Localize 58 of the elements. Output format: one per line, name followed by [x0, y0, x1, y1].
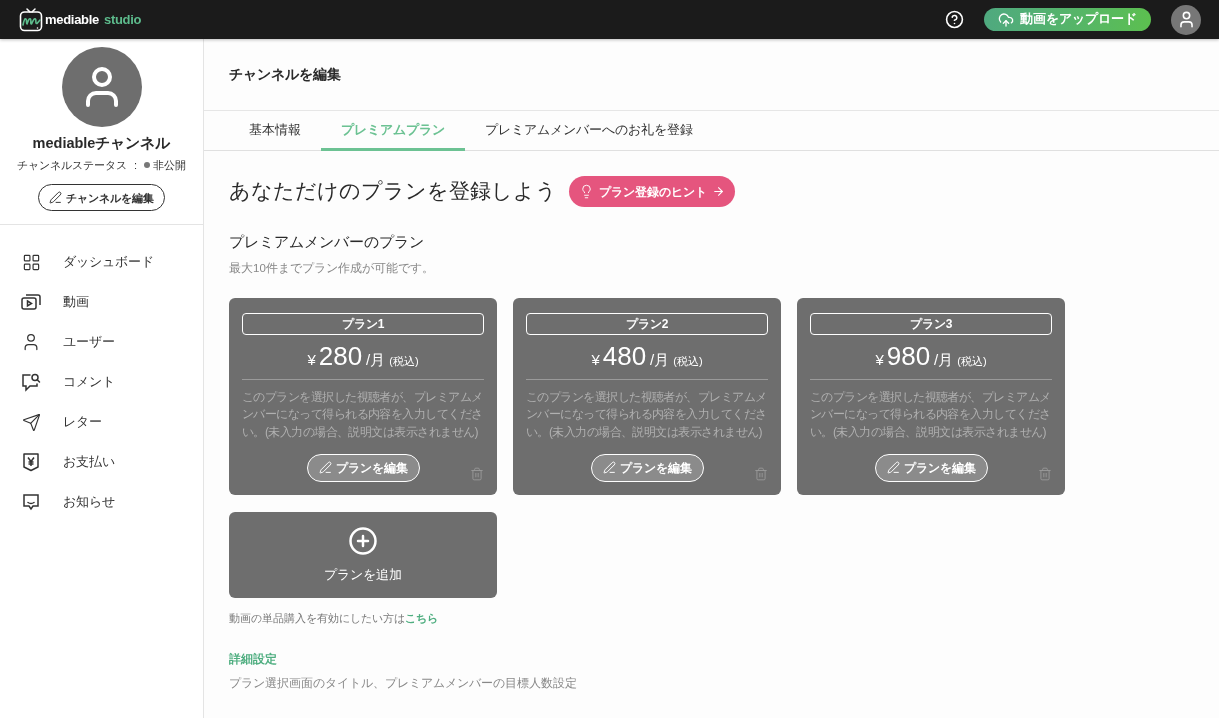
section-title: プレミアムメンバーのプラン — [229, 232, 425, 252]
sidebar-nav-item[interactable]: レター — [0, 402, 203, 443]
pencil-icon — [318, 461, 332, 475]
plus-circle-icon — [348, 525, 378, 556]
plan-price: 280 — [318, 339, 363, 373]
message-box-icon — [22, 493, 40, 512]
pencil-icon — [602, 461, 616, 475]
page-heading: あなただけのプランを登録しよう — [229, 178, 557, 205]
comment-search-icon — [21, 372, 41, 393]
tab[interactable]: 基本情報 — [229, 111, 321, 151]
plan-name-label: プラン1 — [242, 312, 484, 335]
pencil-icon — [886, 461, 900, 475]
delete-icon[interactable] — [754, 466, 768, 481]
hint-button[interactable]: プラン登録のヒント — [569, 176, 735, 207]
help-icon[interactable] — [945, 10, 964, 29]
video-icon — [21, 293, 41, 312]
paper-plane-icon — [21, 412, 41, 432]
currency-symbol: ¥ — [307, 349, 316, 370]
tax-note: (税込) — [673, 353, 703, 369]
plan-price: 480 — [602, 339, 647, 373]
sidebar-nav-item[interactable]: お知らせ — [0, 482, 203, 523]
add-plan-button[interactable]: プランを追加 — [229, 511, 497, 598]
advanced-settings-description: プラン選択画面のタイトル、プレミアムメンバーの目標人数設定 — [229, 675, 577, 691]
dashboard-grid-icon — [21, 252, 41, 272]
arrow-right-icon — [712, 185, 725, 198]
account-avatar-icon[interactable] — [1171, 4, 1201, 35]
sidebar-nav-item[interactable]: 動画 — [0, 282, 203, 323]
delete-icon[interactable] — [470, 466, 484, 481]
currency-symbol: ¥ — [591, 349, 600, 370]
delete-icon[interactable] — [1038, 466, 1052, 481]
plan-name-label: プラン2 — [526, 312, 768, 335]
upload-cloud-icon — [998, 11, 1014, 28]
lightbulb-icon — [579, 184, 594, 199]
plan-name-label: プラン3 — [810, 312, 1052, 335]
logo-suffix: studio — [103, 10, 142, 29]
price-unit: /月 — [650, 349, 670, 370]
status-label: チャンネルステータス — [16, 157, 127, 173]
logo-icon — [19, 7, 43, 32]
sidebar-nav-item[interactable]: お支払い — [0, 442, 203, 483]
single-purchase-note: 動画の単品購入を有効にしたい方はこちら — [229, 610, 438, 626]
tax-note: (税込) — [957, 353, 987, 369]
status-text: 非公開 — [153, 157, 187, 173]
sidebar-nav-item[interactable]: コメント — [0, 362, 203, 403]
channel-name: mediableチャンネル — [32, 134, 171, 153]
sidebar-nav-item[interactable]: ダッシュボード — [0, 242, 203, 283]
tab[interactable]: プレミアムメンバーへのお礼を登録 — [465, 111, 713, 151]
pencil-icon — [49, 191, 62, 205]
currency-symbol: ¥ — [875, 349, 884, 370]
section-note: 最大10件までプラン作成が可能です。 — [229, 260, 434, 276]
status-separator: : — [133, 157, 138, 173]
logo-text: mediable — [45, 10, 99, 29]
price-unit: /月 — [934, 349, 954, 370]
price-unit: /月 — [366, 349, 386, 370]
plan-price: 980 — [886, 339, 931, 373]
page-title: チャンネルを編集 — [229, 65, 341, 84]
tax-note: (税込) — [389, 353, 419, 369]
sidebar-nav-item[interactable]: ユーザー — [0, 322, 203, 363]
yen-shield-icon — [22, 452, 40, 473]
